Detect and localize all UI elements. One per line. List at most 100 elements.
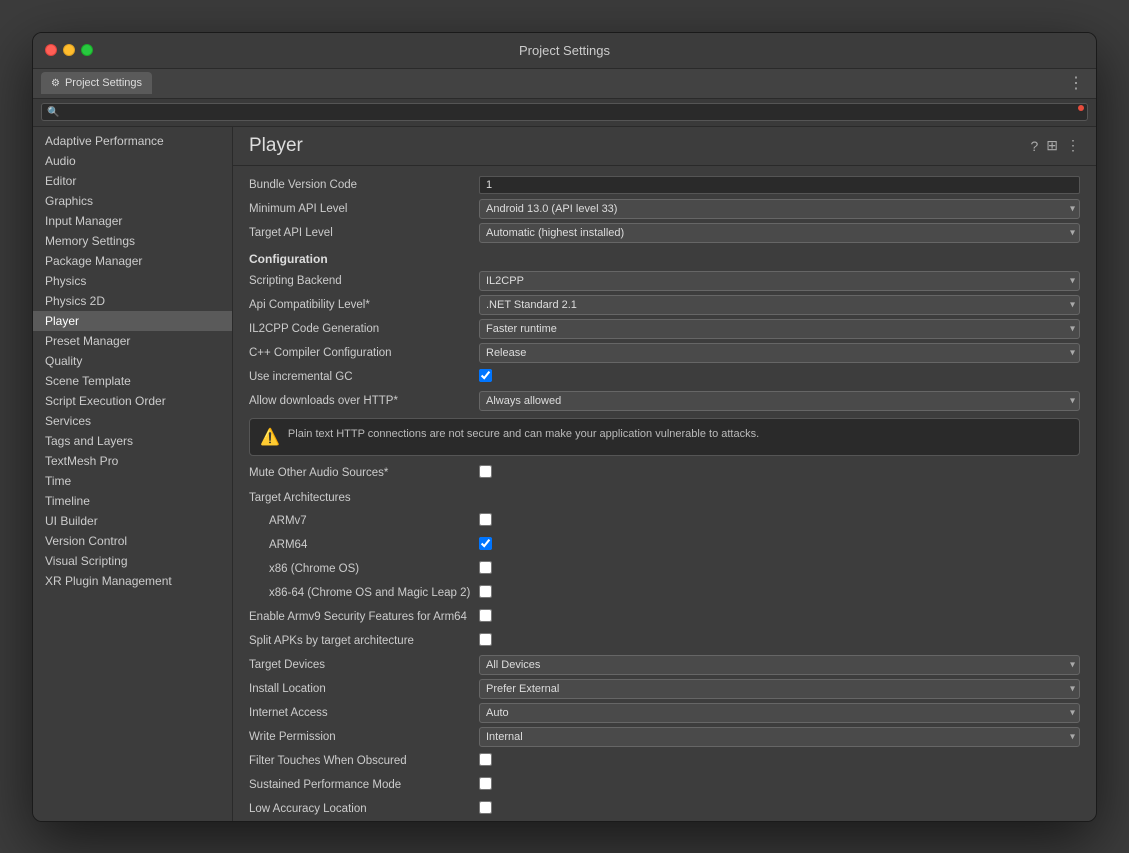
sidebar-item-audio[interactable]: Audio [33,151,232,171]
project-settings-tab[interactable]: ⚙ Project Settings [41,72,152,94]
scripting-backend-label: Scripting Backend [249,275,479,287]
mute-audio-row: Mute Other Audio Sources* [249,462,1080,484]
api-compat-label: Api Compatibility Level* [249,299,479,311]
allow-downloads-select[interactable]: Always allowed [479,391,1080,411]
target-api-select[interactable]: Automatic (highest installed) [479,223,1080,243]
sidebar-item-version-control[interactable]: Version Control [33,531,232,551]
mute-audio-label: Mute Other Audio Sources* [249,467,479,479]
maximize-button[interactable] [81,44,93,56]
low-accuracy-checkbox[interactable] [479,801,492,814]
armv7-label: ARMv7 [249,515,479,527]
armv7-checkbox[interactable] [479,513,492,526]
help-icon[interactable]: ? [1030,138,1038,154]
sidebar-item-script-execution-order[interactable]: Script Execution Order [33,391,232,411]
sidebar-item-tags-and-layers[interactable]: Tags and Layers [33,431,232,451]
bundle-version-code-label: Bundle Version Code [249,179,479,191]
target-devices-row: Target Devices All Devices [249,654,1080,676]
x86-chrome-checkbox[interactable] [479,561,492,574]
sidebar-item-services[interactable]: Services [33,411,232,431]
x86-chrome-label: x86 (Chrome OS) [249,563,479,575]
main-window: Project Settings ⚙ Project Settings ⋮ 🔍 … [32,32,1097,822]
x86-chrome-value [479,561,1080,577]
api-compat-select[interactable]: .NET Standard 2.1 [479,295,1080,315]
internet-access-select[interactable]: Auto [479,703,1080,723]
write-permission-row: Write Permission Internal [249,726,1080,748]
x86-64-value [479,585,1080,601]
sidebar-item-player[interactable]: Player [33,311,232,331]
sidebar-item-timeline[interactable]: Timeline [33,491,232,511]
use-incremental-gc-checkbox[interactable] [479,369,492,382]
warning-text: Plain text HTTP connections are not secu… [288,427,759,442]
target-devices-select-wrapper: All Devices [479,655,1080,675]
sustained-perf-checkbox[interactable] [479,777,492,790]
search-icon: 🔍 [47,107,59,118]
search-input[interactable] [41,103,1088,121]
sustained-perf-row: Sustained Performance Mode [249,774,1080,796]
layout-icon[interactable]: ⊞ [1046,137,1058,154]
sidebar-item-editor[interactable]: Editor [33,171,232,191]
x86-64-label: x86-64 (Chrome OS and Magic Leap 2) [249,587,479,599]
toolbar-menu-icon[interactable]: ⋮ [1064,73,1088,93]
split-apks-checkbox[interactable] [479,633,492,646]
arm64-checkbox[interactable] [479,537,492,550]
enable-armv9-checkbox[interactable] [479,609,492,622]
sidebar-item-graphics[interactable]: Graphics [33,191,232,211]
target-devices-label: Target Devices [249,659,479,671]
sidebar-item-textmesh-pro[interactable]: TextMesh Pro [33,451,232,471]
split-apks-row: Split APKs by target architecture [249,630,1080,652]
close-button[interactable] [45,44,57,56]
target-devices-select[interactable]: All Devices [479,655,1080,675]
sidebar-item-adaptive-performance[interactable]: Adaptive Performance [33,131,232,151]
minimize-button[interactable] [63,44,75,56]
minimum-api-row: Minimum API Level Android 13.0 (API leve… [249,198,1080,220]
minimum-api-select[interactable]: Android 13.0 (API level 33) [479,199,1080,219]
filter-touches-row: Filter Touches When Obscured [249,750,1080,772]
sidebar-item-scene-template[interactable]: Scene Template [33,371,232,391]
target-api-row: Target API Level Automatic (highest inst… [249,222,1080,244]
target-arch-row: Target Architectures [249,486,1080,508]
sidebar-item-memory-settings[interactable]: Memory Settings [33,231,232,251]
write-permission-select[interactable]: Internal [479,727,1080,747]
target-api-select-wrapper: Automatic (highest installed) [479,223,1080,243]
scripting-backend-select[interactable]: IL2CPP [479,271,1080,291]
sidebar-item-time[interactable]: Time [33,471,232,491]
tab-label: Project Settings [65,77,142,89]
sidebar-item-physics-2d[interactable]: Physics 2D [33,291,232,311]
mute-audio-checkbox[interactable] [479,465,492,478]
sustained-perf-label: Sustained Performance Mode [249,779,479,791]
configuration-section-header: Configuration [249,246,1080,270]
cpp-compiler-select[interactable]: Release [479,343,1080,363]
scroll-area: Bundle Version Code Minimum API Level An… [233,166,1096,821]
enable-armv9-value [479,609,1080,625]
cpp-compiler-row: C++ Compiler Configuration Release [249,342,1080,364]
gear-icon: ⚙ [51,78,60,89]
sidebar-item-preset-manager[interactable]: Preset Manager [33,331,232,351]
bundle-version-code-row: Bundle Version Code [249,174,1080,196]
target-arch-label: Target Architectures [249,488,479,506]
sidebar-item-ui-builder[interactable]: UI Builder [33,511,232,531]
player-header: Player ? ⊞ ⋮ [233,127,1096,166]
header-icons: ? ⊞ ⋮ [1030,137,1080,154]
sidebar-item-physics[interactable]: Physics [33,271,232,291]
armv7-row: ARMv7 [249,510,1080,532]
x86-64-checkbox[interactable] [479,585,492,598]
minimum-api-select-wrapper: Android 13.0 (API level 33) [479,199,1080,219]
filter-touches-checkbox[interactable] [479,753,492,766]
api-compat-row: Api Compatibility Level* .NET Standard 2… [249,294,1080,316]
sidebar-item-package-manager[interactable]: Package Manager [33,251,232,271]
sidebar-item-visual-scripting[interactable]: Visual Scripting [33,551,232,571]
bundle-version-code-input[interactable] [479,176,1080,194]
sidebar-item-quality[interactable]: Quality [33,351,232,371]
sidebar-item-input-manager[interactable]: Input Manager [33,211,232,231]
traffic-lights [45,44,93,56]
armv7-value [479,513,1080,529]
split-apks-value [479,633,1080,649]
more-icon[interactable]: ⋮ [1066,137,1080,154]
allow-downloads-label: Allow downloads over HTTP* [249,395,479,407]
il2cpp-codegen-select[interactable]: Faster runtime [479,319,1080,339]
sidebar-item-xr-plugin-management[interactable]: XR Plugin Management [33,571,232,591]
il2cpp-codegen-row: IL2CPP Code Generation Faster runtime [249,318,1080,340]
cpp-compiler-label: C++ Compiler Configuration [249,347,479,359]
install-location-select[interactable]: Prefer External [479,679,1080,699]
search-bar: 🔍 [33,99,1096,127]
